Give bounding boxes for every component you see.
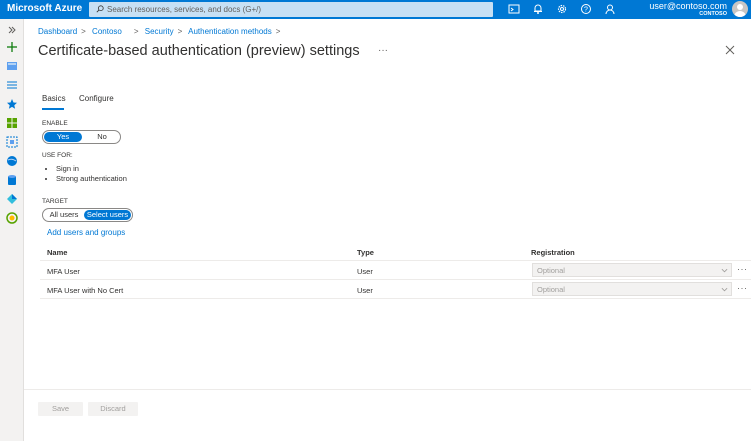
enable-yes-option[interactable]: Yes	[44, 132, 82, 142]
account-menu[interactable]: user@contoso.com CONTOSO	[649, 1, 727, 18]
notifications-icon[interactable]	[532, 3, 544, 15]
home-icon[interactable]	[6, 60, 18, 72]
all-services-icon[interactable]	[6, 79, 18, 91]
table-header-row: Name Type Registration	[40, 242, 751, 261]
breadcrumb-authentication-methods[interactable]: Authentication methods	[188, 27, 272, 36]
target-label: TARGET	[42, 198, 68, 205]
column-header-name: Name	[47, 248, 68, 257]
search-icon	[96, 5, 104, 13]
table-row: MFA User User Optional ···	[40, 261, 751, 280]
registration-dropdown[interactable]: Optional	[532, 282, 732, 296]
row-more-button[interactable]: ···	[737, 264, 748, 274]
use-for-list: Sign in Strong authentication	[56, 164, 127, 184]
breadcrumb-security[interactable]: Security	[145, 27, 174, 36]
page-title: Certificate-based authentication (previe…	[38, 43, 360, 59]
breadcrumb: Dashboard > Contoso > Security > Authentica…	[38, 27, 281, 36]
user-type-cell: User	[357, 267, 373, 276]
help-icon[interactable]: ?	[580, 3, 592, 15]
user-email: user@contoso.com	[649, 1, 727, 11]
target-toggle[interactable]: All users Select users	[42, 208, 133, 222]
registration-value: Optional	[537, 285, 565, 294]
row-more-button[interactable]: ···	[737, 283, 748, 293]
enable-toggle[interactable]: Yes No	[42, 130, 121, 144]
create-resource-icon[interactable]	[6, 41, 18, 53]
expand-icon[interactable]	[6, 24, 18, 36]
column-header-registration: Registration	[531, 248, 575, 257]
top-bar: Microsoft Azure ? user@contoso.com CONTO…	[0, 0, 751, 19]
more-actions-button[interactable]: ···	[378, 45, 388, 56]
chevron-down-icon	[721, 268, 728, 273]
enable-no-option[interactable]: No	[85, 132, 119, 142]
user-name-cell: MFA User	[47, 267, 80, 276]
portal-brand[interactable]: Microsoft Azure	[7, 3, 82, 14]
search-input[interactable]	[107, 3, 487, 16]
registration-dropdown[interactable]: Optional	[532, 263, 732, 277]
registration-value: Optional	[537, 266, 565, 275]
cloud-icon[interactable]	[6, 193, 18, 205]
enable-label: ENABLE	[42, 120, 68, 127]
table-row: MFA User with No Cert User Optional ···	[40, 280, 751, 299]
user-name-cell: MFA User with No Cert	[47, 286, 124, 295]
target-select-users-option[interactable]: Select users	[84, 210, 131, 220]
global-search-box[interactable]	[89, 2, 493, 17]
dashboard-grid-icon[interactable]	[6, 117, 18, 129]
tab-basics[interactable]: Basics	[42, 94, 66, 103]
svg-text:?: ?	[584, 7, 588, 14]
chevron-down-icon	[721, 287, 728, 292]
avatar[interactable]	[732, 1, 748, 17]
tab-selected-indicator	[42, 108, 64, 110]
close-icon[interactable]	[725, 45, 735, 55]
use-for-label: USE FOR:	[42, 152, 73, 159]
feedback-icon[interactable]	[604, 3, 616, 15]
breadcrumb-contoso[interactable]: Contoso	[92, 27, 122, 36]
list-item: Sign in	[56, 164, 127, 174]
favorites-icon[interactable]	[6, 98, 18, 110]
user-type-cell: User	[357, 286, 373, 295]
cloud-shell-icon[interactable]	[508, 3, 520, 15]
breadcrumb-dashboard[interactable]: Dashboard	[38, 27, 77, 36]
sql-database-icon[interactable]	[6, 174, 18, 186]
target-all-users-option[interactable]: All users	[45, 210, 83, 220]
monitor-icon[interactable]	[6, 212, 18, 224]
add-users-and-groups-link[interactable]: Add users and groups	[47, 228, 125, 237]
column-header-type: Type	[357, 248, 374, 257]
settings-icon[interactable]	[556, 3, 568, 15]
footer-action-bar: Save Discard	[24, 389, 751, 441]
save-button[interactable]: Save	[38, 402, 83, 416]
tab-configure[interactable]: Configure	[79, 94, 114, 103]
resource-groups-icon[interactable]	[6, 136, 18, 148]
user-tenant: CONTOSO	[699, 11, 727, 17]
portal-sidebar	[0, 19, 24, 441]
list-item: Strong authentication	[56, 174, 127, 184]
discard-button[interactable]: Discard	[88, 402, 138, 416]
app-services-icon[interactable]	[6, 155, 18, 167]
